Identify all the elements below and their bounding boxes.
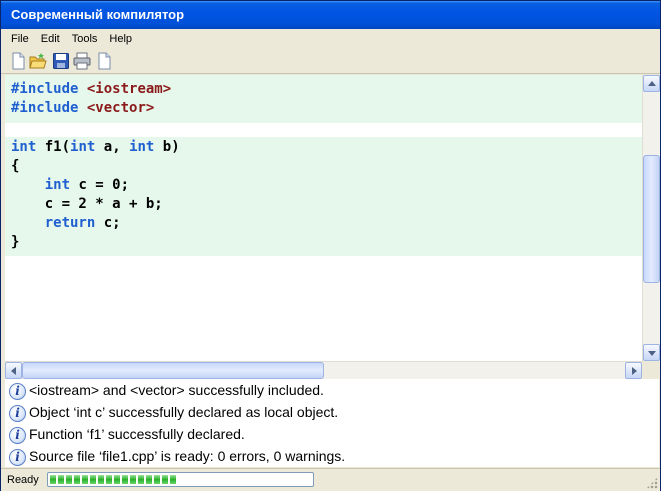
chevron-down-icon	[648, 351, 656, 356]
code-line-assign-c: c = 2 * a + b;	[44, 196, 163, 212]
code-line-return: return c;	[44, 215, 121, 231]
open-folder-icon[interactable]	[29, 52, 47, 70]
list-item: i Function ‘f1’ successfully declared.	[9, 423, 245, 445]
progress-segment	[114, 475, 120, 484]
progress-segment	[90, 475, 96, 484]
print-icon[interactable]	[73, 52, 91, 70]
info-icon: i	[9, 448, 26, 466]
horizontal-scrollbar[interactable]	[5, 361, 642, 379]
list-item: i Source file ‘file1.cpp’ is ready: 0 err…	[9, 445, 345, 467]
list-item: i <iostream> and <vector> successfully in…	[9, 379, 324, 401]
list-item: i Object ‘int c’ successfully declared as…	[9, 401, 338, 423]
progress-segment	[50, 475, 56, 484]
menu-bar: File Edit Tools Help	[1, 29, 660, 49]
menu-help[interactable]: Help	[103, 29, 138, 49]
scroll-up-button[interactable]	[643, 75, 660, 92]
new-file-icon[interactable]	[9, 52, 27, 70]
progress-segment	[170, 475, 176, 484]
progress-segment	[82, 475, 88, 484]
info-icon: i	[9, 382, 26, 400]
code-line-include-iostream: #include <iostream>	[11, 81, 172, 97]
progress-bar	[47, 472, 314, 487]
chevron-left-icon	[11, 367, 16, 375]
code-line-open-brace: {	[11, 158, 20, 174]
scroll-left-button[interactable]	[5, 362, 22, 379]
menu-edit[interactable]: Edit	[35, 29, 66, 49]
progress-fill	[50, 475, 176, 484]
app-window: Современный компилятор File Edit Tools Help	[0, 0, 661, 491]
save-icon[interactable]	[52, 52, 70, 70]
toolbar	[1, 49, 660, 74]
resize-grip-icon[interactable]	[646, 477, 658, 489]
chevron-right-icon	[632, 367, 637, 375]
scroll-down-button[interactable]	[643, 344, 660, 361]
code-line-declare-c: int c = 0;	[44, 177, 130, 193]
document-icon[interactable]	[95, 52, 113, 70]
window-title: Современный компилятор	[11, 7, 185, 22]
message-log: i <iostream> and <vector> successfully in…	[5, 379, 659, 467]
scroll-right-button[interactable]	[625, 362, 642, 379]
chevron-up-icon	[648, 81, 656, 86]
progress-segment	[154, 475, 160, 484]
code-line-signature: int f1(int a, int b)	[11, 139, 180, 155]
info-icon: i	[9, 426, 26, 444]
progress-segment	[106, 475, 112, 484]
code-editor[interactable]: #include <iostream> #include <vector> in…	[5, 75, 642, 361]
info-icon: i	[9, 404, 26, 422]
progress-segment	[146, 475, 152, 484]
vertical-scrollbar[interactable]	[642, 75, 660, 361]
progress-segment	[66, 475, 72, 484]
title-bar[interactable]: Современный компилятор	[1, 1, 660, 29]
code-line-close-brace: }	[11, 234, 20, 250]
status-bar: Ready	[1, 468, 660, 491]
menu-tools[interactable]: Tools	[66, 29, 104, 49]
horizontal-scroll-thumb[interactable]	[22, 362, 324, 379]
progress-segment	[130, 475, 136, 484]
progress-segment	[122, 475, 128, 484]
progress-segment	[74, 475, 80, 484]
progress-segment	[58, 475, 64, 484]
progress-segment	[98, 475, 104, 484]
code-line-include-vector: #include <vector>	[11, 100, 155, 116]
progress-segment	[138, 475, 144, 484]
progress-segment	[162, 475, 168, 484]
status-text: Ready	[7, 474, 39, 486]
vertical-scroll-thumb[interactable]	[643, 155, 660, 283]
menu-file[interactable]: File	[1, 29, 35, 49]
